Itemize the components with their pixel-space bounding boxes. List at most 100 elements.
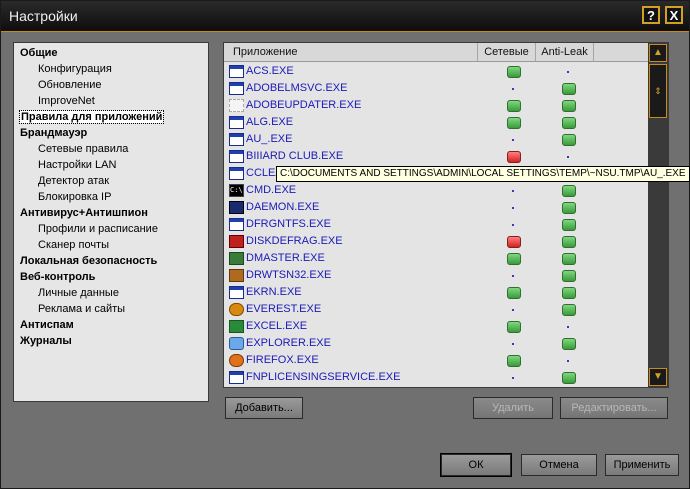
tree-category[interactable]: Правила для приложений [14, 109, 208, 125]
network-status-red-icon[interactable] [507, 151, 521, 163]
antileak-status-green-icon[interactable] [562, 134, 576, 146]
antileak-status-dot-icon[interactable] [567, 360, 569, 362]
tree-subitem[interactable]: Настройки LAN [14, 157, 208, 173]
table-row[interactable]: FIREFOX.EXE [224, 352, 648, 369]
tree-category[interactable]: Веб-контроль [14, 269, 208, 285]
antileak-status-green-icon[interactable] [562, 100, 576, 112]
app-cmd-icon: C:\ [229, 184, 244, 197]
tree-subitem[interactable]: Реклама и сайты [14, 301, 208, 317]
antileak-status-green-icon[interactable] [562, 83, 576, 95]
tree-subitem[interactable]: Детектор атак [14, 173, 208, 189]
tree-subitem[interactable]: Сканер почты [14, 237, 208, 253]
help-button[interactable]: ? [642, 6, 660, 24]
network-status-dot-icon[interactable] [512, 207, 514, 209]
tree-subitem[interactable]: Сетевые правила [14, 141, 208, 157]
network-status-green-icon[interactable] [507, 66, 521, 78]
scroll-thumb[interactable]: ⇕ [649, 64, 667, 118]
tree-category[interactable]: Антивирус+Антишпион [14, 205, 208, 221]
table-row[interactable]: ADOBELMSVC.EXE [224, 80, 648, 97]
table-row[interactable]: DMASTER.EXE [224, 250, 648, 267]
scroll-up-icon[interactable]: ▲ [649, 44, 667, 62]
antileak-status-green-icon[interactable] [562, 202, 576, 214]
tree-category[interactable]: Антиспам [14, 317, 208, 333]
tree-subitem[interactable]: ImproveNet [14, 93, 208, 109]
edit-button[interactable]: Редактировать... [560, 397, 668, 419]
tree-subitem[interactable]: Обновление [14, 77, 208, 93]
network-status-green-icon[interactable] [507, 321, 521, 333]
network-status-green-icon[interactable] [507, 355, 521, 367]
column-header-leak[interactable]: Anti-Leak [536, 43, 594, 61]
table-row[interactable]: ADOBEUPDATER.EXE [224, 97, 648, 114]
network-status-green-icon[interactable] [507, 287, 521, 299]
app-disk-icon [229, 235, 244, 248]
antileak-status-green-icon[interactable] [562, 304, 576, 316]
antileak-status-green-icon[interactable] [562, 219, 576, 231]
table-row[interactable]: AU_.EXE [224, 131, 648, 148]
close-button[interactable]: X [665, 6, 683, 24]
tree-subitem[interactable]: Конфигурация [14, 61, 208, 77]
antileak-status-dot-icon[interactable] [567, 156, 569, 158]
column-header-net[interactable]: Сетевые [478, 43, 536, 61]
tree-subitem[interactable]: Личные данные [14, 285, 208, 301]
app-name: DISKDEFRAG.EXE [246, 235, 343, 247]
column-header-app[interactable]: Приложение [224, 43, 478, 61]
app-window-icon [229, 65, 244, 78]
network-status-dot-icon[interactable] [512, 377, 514, 379]
table-row[interactable]: EKRN.EXE [224, 284, 648, 301]
network-status-dot-icon[interactable] [512, 190, 514, 192]
remove-button[interactable]: Удалить [473, 397, 553, 419]
table-row[interactable]: DAEMON.EXE [224, 199, 648, 216]
table-row[interactable]: C:\ CMD.EXE [224, 182, 648, 199]
tree-category[interactable]: Общие [14, 45, 208, 61]
app-name: DFRGNTFS.EXE [246, 218, 331, 230]
tree-item-label: Веб-контроль [20, 271, 96, 283]
network-status-dot-icon[interactable] [512, 309, 514, 311]
vertical-scrollbar[interactable]: ▲ ⇕ ▼ [648, 43, 668, 387]
antileak-status-green-icon[interactable] [562, 372, 576, 384]
table-row[interactable]: DISKDEFRAG.EXE [224, 233, 648, 250]
network-status-red-icon[interactable] [507, 236, 521, 248]
network-status-dot-icon[interactable] [512, 343, 514, 345]
app-firefox-icon [229, 354, 244, 367]
network-status-dot-icon[interactable] [512, 275, 514, 277]
table-row[interactable]: DRWTSN32.EXE [224, 267, 648, 284]
tree-category[interactable]: Локальная безопасность [14, 253, 208, 269]
tree-subitem[interactable]: Блокировка IP [14, 189, 208, 205]
antileak-status-green-icon[interactable] [562, 117, 576, 129]
table-row[interactable]: EVEREST.EXE [224, 301, 648, 318]
scroll-down-icon[interactable]: ▼ [649, 368, 667, 386]
app-name: BIIIARD CLUB.EXE [246, 150, 344, 162]
antileak-status-green-icon[interactable] [562, 270, 576, 282]
antileak-status-green-icon[interactable] [562, 185, 576, 197]
antileak-status-green-icon[interactable] [562, 236, 576, 248]
network-status-green-icon[interactable] [507, 117, 521, 129]
table-row[interactable]: EXPLORER.EXE [224, 335, 648, 352]
antileak-status-green-icon[interactable] [562, 253, 576, 265]
table-row[interactable]: ALG.EXE [224, 114, 648, 131]
network-status-green-icon[interactable] [507, 253, 521, 265]
cancel-button[interactable]: Отмена [521, 454, 597, 476]
tree-subitem[interactable]: Профили и расписание [14, 221, 208, 237]
antileak-status-dot-icon[interactable] [567, 326, 569, 328]
network-status-dot-icon[interactable] [512, 139, 514, 141]
ok-button[interactable]: ОК [440, 453, 512, 477]
table-row[interactable]: BIIIARD CLUB.EXE [224, 148, 648, 165]
tree-category[interactable]: Журналы [14, 333, 208, 349]
network-status-green-icon[interactable] [507, 100, 521, 112]
network-status-dot-icon[interactable] [512, 224, 514, 226]
antileak-status-green-icon[interactable] [562, 338, 576, 350]
table-row[interactable]: EXCEL.EXE [224, 318, 648, 335]
antileak-status-green-icon[interactable] [562, 287, 576, 299]
title-bar[interactable]: Настройки ? X [1, 1, 689, 32]
apply-button[interactable]: Применить [605, 454, 679, 476]
table-row[interactable]: FNPLICENSINGSERVICE.EXE [224, 369, 648, 386]
network-status-dot-icon[interactable] [512, 88, 514, 90]
settings-tree: Общие Конфигурация Обновление ImproveNet Пра… [13, 42, 209, 402]
table-row[interactable]: DFRGNTFS.EXE [224, 216, 648, 233]
table-row[interactable]: ACS.EXE [224, 63, 648, 80]
add-button[interactable]: Добавить... [225, 397, 303, 419]
antileak-status-dot-icon[interactable] [567, 71, 569, 73]
tree-category[interactable]: Брандмауэр [14, 125, 208, 141]
tree-item-label: Личные данные [38, 287, 119, 299]
app-name: ALG.EXE [246, 116, 294, 128]
